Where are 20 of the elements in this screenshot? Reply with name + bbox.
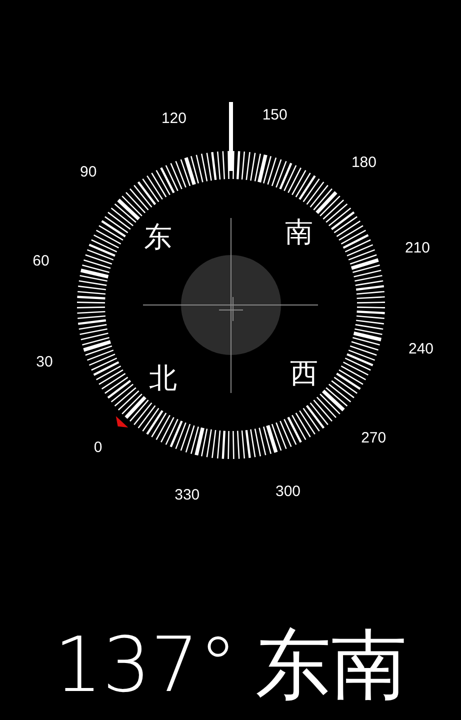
dial-degree-label: 120 [161,110,186,128]
cardinal-label: 西 [290,356,318,390]
north-marker-icon [116,416,128,428]
dial-degree-label: 150 [262,106,288,124]
heading-indicator [229,102,233,171]
direction-reading: 东南 [255,620,408,710]
cardinal-label: 南 [285,215,314,248]
dial-degree-label: 30 [36,354,53,370]
dial-degree-label: 210 [404,240,430,256]
dial-degree-label: 330 [174,486,200,504]
dial-degree-label: 90 [80,164,97,180]
dial-degree-label: 240 [408,340,434,358]
dial-degree-label: 300 [276,482,301,500]
dial-degree-label: 270 [361,430,386,446]
cardinal-label: 东 [144,220,172,254]
dial-degree-label: 0 [94,439,102,456]
dial-degree-label: 60 [32,252,50,270]
dial-degree-label: 180 [351,154,376,171]
heading-reading: 137° [54,620,238,710]
cardinal-label: 北 [148,362,177,395]
